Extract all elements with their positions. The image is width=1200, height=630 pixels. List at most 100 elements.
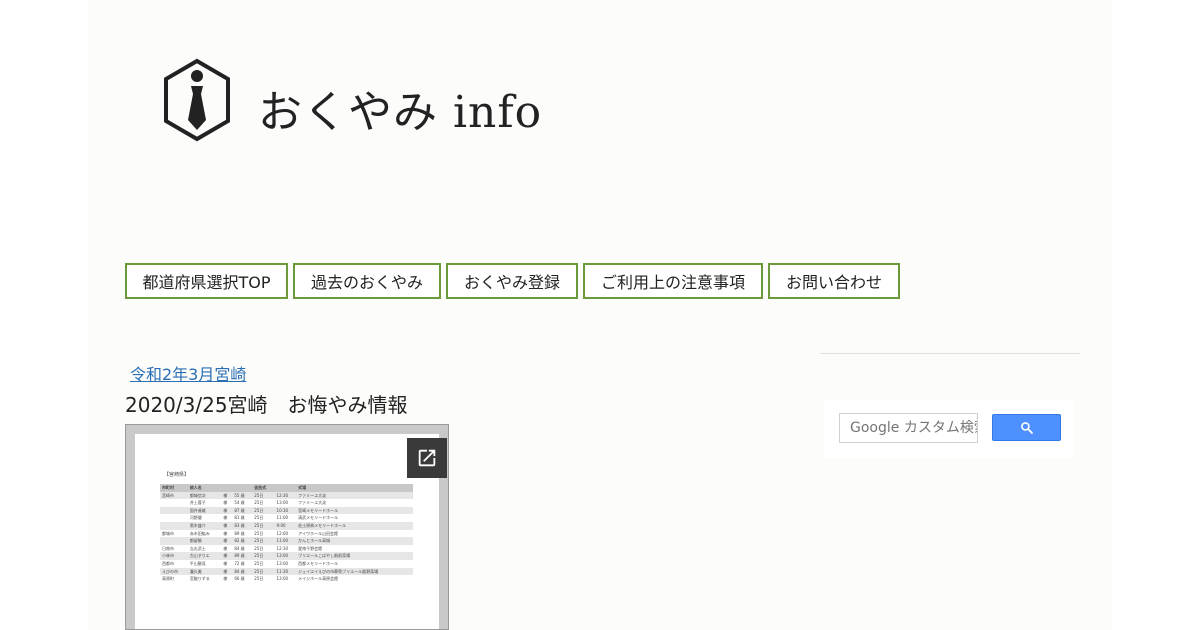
document-table-cell: 25日 bbox=[252, 567, 275, 576]
main-nav: 都道府県選択TOP 過去のおくやみ おくやみ登録 ご利用上の注意事項 お問い合わ… bbox=[125, 263, 900, 299]
document-table-cell: 12:30 bbox=[274, 491, 297, 500]
document-table-cell: 様 bbox=[223, 545, 228, 551]
tie-hexagon-logo[interactable] bbox=[162, 58, 232, 142]
document-table-cell: 様 bbox=[221, 552, 233, 560]
document-table-header: 式場 bbox=[296, 484, 413, 492]
document-table-cell: ファミーユ大淀 bbox=[298, 500, 327, 506]
document-table-cell bbox=[160, 537, 188, 545]
document-table-cell: 25日 bbox=[254, 576, 264, 582]
search-input[interactable]: Google カスタム検索 bbox=[839, 413, 978, 443]
document-table-row: 西都市 平山勝見 様 72 歳 25日 13:00 西都メモリードホール bbox=[160, 560, 413, 568]
document-table-cell: 87 歳 bbox=[232, 506, 253, 515]
document-table-row: 都城市 赤木田紘み 様 89 歳 25日 12:00 アイワホール山田会館 bbox=[160, 530, 413, 538]
document-table-cell: 25日 bbox=[254, 545, 264, 551]
document-table-cell: 都城市 bbox=[162, 530, 174, 536]
document-table-cell: 83 歳 bbox=[232, 521, 253, 530]
document-preview[interactable]: 【宮崎県】 市町村 故人名 告別式 式場 宮崎市 都城信次様 55 歳 25日 12:30 ファ… bbox=[125, 424, 449, 630]
document-table-cell: 13:00 bbox=[276, 500, 289, 506]
search-icon bbox=[1021, 422, 1033, 434]
document-table-cell: 都城信次 bbox=[187, 491, 222, 500]
document-table-cell: 10:30 bbox=[274, 506, 297, 515]
document-table-cell: アイワホール山田会館 bbox=[298, 530, 338, 536]
document-table-cell: 様 bbox=[223, 500, 228, 506]
open-in-new-button[interactable] bbox=[407, 438, 447, 478]
document-table-cell: 宮崎メモリードホール bbox=[296, 506, 413, 515]
document-table-cell: 82 歳 bbox=[232, 537, 253, 545]
document-table-row: 高原町 宮脇りずる 様 66 歳 25日 13:00 メイジホール高原会館 bbox=[160, 575, 413, 583]
document-table-cell: 13:00 bbox=[276, 560, 289, 566]
document-table-cell: 宮崎市 bbox=[160, 491, 188, 500]
document-page: 【宮崎県】 市町村 故人名 告別式 式場 宮崎市 都城信次様 55 歳 25日 12:30 ファ… bbox=[135, 434, 439, 629]
document-table-cell: 宮脇りずる bbox=[189, 576, 210, 582]
document-table-row: 河野健 様 81 歳 25日 11:00 清武メモリードホール bbox=[160, 514, 413, 522]
document-table-cell: 55 歳 bbox=[232, 491, 253, 500]
document-table-header bbox=[232, 484, 253, 492]
document-table-cell: 高原町 bbox=[162, 576, 174, 582]
document-table-cell: 12:30 bbox=[276, 545, 289, 551]
nav-terms-notes[interactable]: ご利用上の注意事項 bbox=[583, 263, 763, 299]
document-table-cell: 11:00 bbox=[274, 537, 297, 545]
document-table-cell: 25日 bbox=[254, 560, 264, 566]
document-table-cell bbox=[160, 506, 188, 515]
document-table-cell: 赤木田紘み bbox=[189, 530, 210, 536]
document-table-cell: 黒木盛介 bbox=[187, 521, 222, 530]
site-title[interactable]: おくやみ info bbox=[258, 76, 542, 140]
document-table-cell: 25日 bbox=[254, 500, 264, 506]
document-table-row: 日南市 吉丸武士 様 84 歳 25日 12:30 愛南千野会館 bbox=[160, 545, 413, 553]
document-table-cell: 25日 bbox=[254, 515, 264, 521]
document-table-cell: 様 bbox=[223, 515, 228, 521]
document-table-cell: 井上蓉子 bbox=[189, 500, 206, 506]
nav-obituary-register[interactable]: おくやみ登録 bbox=[446, 263, 578, 299]
document-table-cell bbox=[160, 499, 188, 507]
document-table-cell: 西都メモリードホール bbox=[298, 560, 339, 566]
document-table-cell: ブリエールこばやし駅前斎場 bbox=[296, 552, 413, 560]
document-table-cell: 様 bbox=[223, 530, 228, 536]
document-table-cell: 11:00 bbox=[276, 515, 289, 521]
document-table-cell: 81 歳 bbox=[234, 515, 245, 521]
document-table-cell: 様 bbox=[221, 506, 233, 515]
document-table-cell: 様 bbox=[221, 521, 233, 530]
document-table-cell: 様 bbox=[221, 567, 233, 576]
category-link[interactable]: 令和2年3月宮崎 bbox=[130, 361, 246, 385]
document-table-header bbox=[274, 484, 297, 492]
document-table-cell: 66 歳 bbox=[234, 576, 245, 582]
document-table-cell: 84 歳 bbox=[234, 545, 245, 551]
document-table-cell: 25日 bbox=[252, 521, 275, 530]
document-table-cell: 様 bbox=[223, 576, 228, 582]
sidebar-divider bbox=[820, 353, 1080, 354]
document-table-cell: 25日 bbox=[252, 506, 275, 515]
nav-prefecture-top[interactable]: 都道府県選択TOP bbox=[125, 263, 288, 299]
document-table-cell: 25日 bbox=[254, 530, 264, 536]
document-table: 市町村 故人名 告別式 式場 宮崎市 都城信次様 55 歳 25日 12:30 ファミーユ大淀井… bbox=[160, 484, 413, 583]
post-title: 2020/3/25宮崎 お悔やみ情報 bbox=[125, 393, 408, 417]
document-table-cell: 25日 bbox=[252, 491, 275, 500]
document-table-cell: 様 bbox=[221, 537, 233, 545]
document-table-cell: 84 歳 bbox=[232, 567, 253, 576]
document-table-cell: 佐土原典メモリードホール bbox=[296, 521, 413, 530]
document-table-cell: 89 歳 bbox=[232, 552, 253, 560]
document-table-cell: 河野健 bbox=[189, 515, 202, 521]
document-table-cell: ファミーユ大淀 bbox=[296, 491, 413, 500]
document-table-cell: 吉丸武士 bbox=[189, 545, 206, 551]
document-table-header: 告別式 bbox=[252, 484, 275, 492]
nav-past-obituaries[interactable]: 過去のおくやみ bbox=[293, 263, 441, 299]
document-table-cell bbox=[160, 521, 188, 530]
document-table-cell: 古山すりエ bbox=[187, 552, 222, 560]
document-table-cell: 54 歳 bbox=[234, 500, 245, 506]
document-table-cell: 日南市 bbox=[162, 545, 174, 551]
document-table-cell: 25日 bbox=[252, 537, 275, 545]
document-table-header bbox=[221, 484, 233, 492]
document-table-cell: 13:00 bbox=[276, 576, 289, 582]
search-button[interactable] bbox=[992, 414, 1061, 441]
document-table-cell: 西都市 bbox=[162, 560, 174, 566]
document-table-cell: 9:00 bbox=[274, 521, 297, 530]
document-table-row: 黒木盛介様 83 歳 25日 9:00 佐土原典メモリードホール bbox=[160, 521, 413, 530]
document-table-row: 井上蓉子 様 54 歳 25日 13:00 ファミーユ大淀 bbox=[160, 499, 413, 507]
document-table-cell: 小林市 bbox=[160, 552, 188, 560]
document-table-header: 故人名 bbox=[187, 484, 222, 492]
document-table-row: 都留勝様 82 歳 25日 11:00 かんとホール高城 bbox=[160, 537, 413, 545]
nav-contact[interactable]: お問い合わせ bbox=[768, 263, 900, 299]
document-table-cell: メイジホール高原会館 bbox=[298, 576, 339, 582]
document-table-cell: 清武メモリードホール bbox=[298, 515, 339, 521]
open-in-new-icon bbox=[418, 449, 436, 467]
